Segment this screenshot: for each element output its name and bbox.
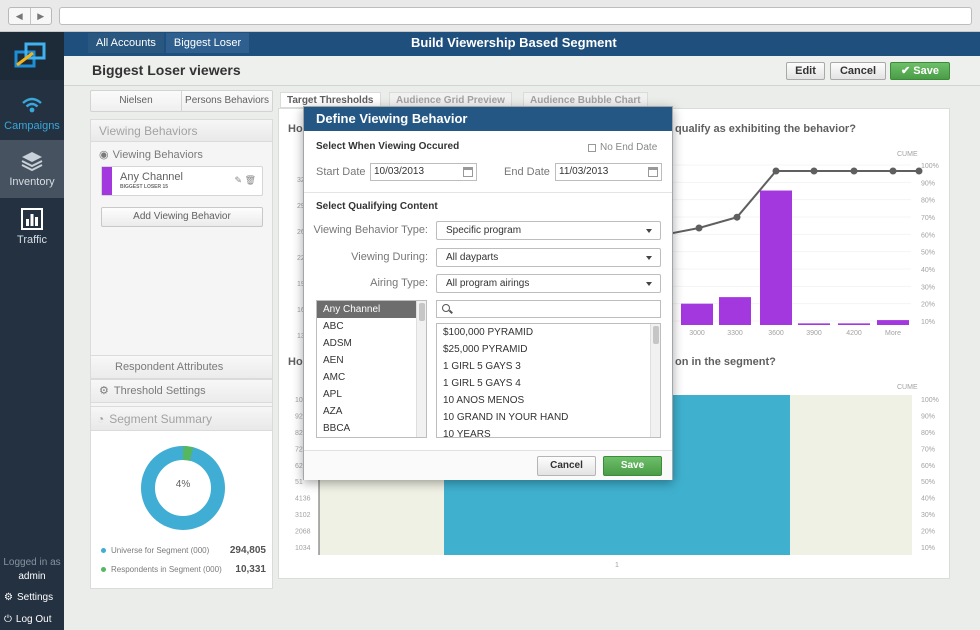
cancel-button[interactable]: Cancel bbox=[830, 62, 886, 80]
during-label: Viewing During: bbox=[351, 251, 428, 263]
layers-icon bbox=[21, 152, 43, 172]
calendar-icon[interactable] bbox=[648, 167, 658, 177]
nav-inventory[interactable]: Inventory bbox=[0, 140, 64, 198]
channel-item[interactable]: AEN bbox=[317, 352, 426, 369]
program-scrollbar[interactable] bbox=[650, 324, 660, 437]
end-date-input[interactable]: 11/03/2013 bbox=[555, 163, 662, 181]
settings-label: Settings bbox=[16, 592, 54, 603]
scroll-thumb[interactable] bbox=[653, 326, 659, 344]
save-button[interactable]: ✔ Save bbox=[890, 62, 950, 80]
no-end-date-label: No End Date bbox=[600, 142, 658, 153]
behavior-type-value: Specific program bbox=[446, 225, 522, 236]
calendar-icon[interactable] bbox=[463, 167, 473, 177]
modal-save-button[interactable]: Save bbox=[603, 456, 662, 476]
define-viewing-behavior-modal: Define Viewing Behavior Select When View… bbox=[303, 106, 673, 480]
nav-label: Inventory bbox=[9, 176, 55, 188]
gear-icon: ⚙ bbox=[4, 592, 13, 603]
browser-toolbar: ◀ ▶ bbox=[0, 0, 980, 32]
band-title: Build Viewership Based Segment bbox=[411, 35, 617, 50]
channel-item[interactable]: ABC bbox=[317, 318, 426, 335]
program-item[interactable]: 1 GIRL 5 GAYS 4 bbox=[437, 375, 660, 392]
page-title: Biggest Loser viewers bbox=[92, 62, 241, 78]
scroll-thumb[interactable] bbox=[419, 303, 425, 321]
dropdown-arrow-icon bbox=[646, 256, 652, 260]
no-end-date-checkbox[interactable] bbox=[588, 143, 596, 152]
edit-button[interactable]: Edit bbox=[786, 62, 825, 80]
airing-type-select[interactable]: All program airings bbox=[436, 274, 661, 293]
logo-icon bbox=[14, 42, 46, 68]
program-item[interactable]: 10 GRAND IN YOUR HAND bbox=[437, 409, 660, 426]
start-date-input[interactable]: 10/03/2013 bbox=[370, 163, 477, 181]
dropdown-arrow-icon bbox=[646, 229, 652, 233]
modal-title: Define Viewing Behavior bbox=[304, 107, 672, 131]
check-icon: ✔ bbox=[901, 65, 914, 77]
program-item[interactable]: $25,000 PYRAMID bbox=[437, 341, 660, 358]
nav-traffic[interactable]: Traffic bbox=[0, 198, 64, 256]
airing-label: Airing Type: bbox=[370, 277, 428, 289]
channel-item[interactable]: APL bbox=[317, 386, 426, 403]
breadcrumb-item[interactable]: Biggest Loser bbox=[165, 33, 250, 53]
channel-scrollbar[interactable] bbox=[416, 301, 426, 437]
header-band: All Accounts Biggest Loser Build Viewers… bbox=[64, 32, 980, 56]
logged-in-label: Logged in as bbox=[3, 557, 61, 568]
breadcrumb-item[interactable]: All Accounts bbox=[88, 33, 164, 53]
breadcrumb: All Accounts Biggest Loser bbox=[88, 32, 251, 54]
app-logo[interactable] bbox=[0, 32, 64, 80]
program-item[interactable]: 10 YEARS bbox=[437, 426, 660, 437]
section-when: Select When Viewing Occured bbox=[316, 141, 460, 152]
behavior-type-select[interactable]: Specific program bbox=[436, 221, 661, 240]
end-date-value: 11/03/2013 bbox=[559, 166, 609, 177]
divider bbox=[304, 192, 672, 193]
airing-type-value: All program airings bbox=[446, 278, 530, 289]
logout-label: Log Out bbox=[15, 614, 52, 625]
program-item[interactable]: 1 GIRL 5 GAYS 3 bbox=[437, 358, 660, 375]
wifi-icon bbox=[22, 97, 42, 113]
left-nav: Campaigns Inventory Traffic Logged in as… bbox=[0, 32, 64, 630]
logout-link[interactable]: ⏻ Log Out bbox=[4, 614, 52, 625]
search-icon bbox=[442, 304, 450, 312]
nav-label: Traffic bbox=[17, 234, 47, 246]
start-date-label: Start Date bbox=[316, 166, 366, 178]
section-content: Select Qualifying Content bbox=[316, 201, 438, 212]
title-bar: Biggest Loser viewers Edit Cancel ✔ Save bbox=[64, 56, 980, 86]
user-name: admin bbox=[18, 571, 46, 582]
program-search-input[interactable] bbox=[436, 300, 661, 318]
nav-label: Campaigns bbox=[4, 120, 60, 132]
channel-list[interactable]: Any Channel ABC ADSM AEN AMC APL AZA BBC… bbox=[316, 300, 427, 438]
viewing-during-select[interactable]: All dayparts bbox=[436, 248, 661, 267]
address-bar[interactable] bbox=[59, 7, 972, 25]
program-item[interactable]: $100,000 PYRAMID bbox=[437, 324, 660, 341]
program-item[interactable]: 10 ANOS MENOS bbox=[437, 392, 660, 409]
start-date-value: 10/03/2013 bbox=[374, 166, 425, 177]
program-list[interactable]: $100,000 PYRAMID $25,000 PYRAMID 1 GIRL … bbox=[436, 323, 661, 438]
dropdown-arrow-icon bbox=[646, 282, 652, 286]
type-label: Viewing Behavior Type: bbox=[313, 224, 428, 236]
forward-arrow-icon[interactable]: ▶ bbox=[29, 8, 52, 24]
bar-chart-icon bbox=[21, 208, 43, 230]
nav-campaigns[interactable]: Campaigns bbox=[0, 84, 64, 142]
modal-cancel-button[interactable]: Cancel bbox=[537, 456, 596, 476]
power-icon: ⏻ bbox=[4, 614, 12, 625]
channel-item[interactable]: Any Channel bbox=[317, 301, 426, 318]
modal-footer: Cancel Save bbox=[304, 450, 672, 480]
channel-item[interactable]: AZA bbox=[317, 403, 426, 420]
no-end-date-option[interactable]: No End Date bbox=[588, 142, 657, 153]
channel-item[interactable]: ADSM bbox=[317, 335, 426, 352]
channel-item[interactable]: BBCA bbox=[317, 420, 426, 437]
settings-link[interactable]: ⚙ Settings bbox=[4, 592, 53, 603]
save-label: Save bbox=[913, 65, 939, 77]
viewing-during-value: All dayparts bbox=[446, 252, 499, 263]
browser-nav-buttons: ◀ ▶ bbox=[8, 7, 52, 25]
back-arrow-icon[interactable]: ◀ bbox=[9, 8, 30, 24]
channel-item[interactable]: AMC bbox=[317, 369, 426, 386]
end-date-label: End Date bbox=[504, 166, 550, 178]
